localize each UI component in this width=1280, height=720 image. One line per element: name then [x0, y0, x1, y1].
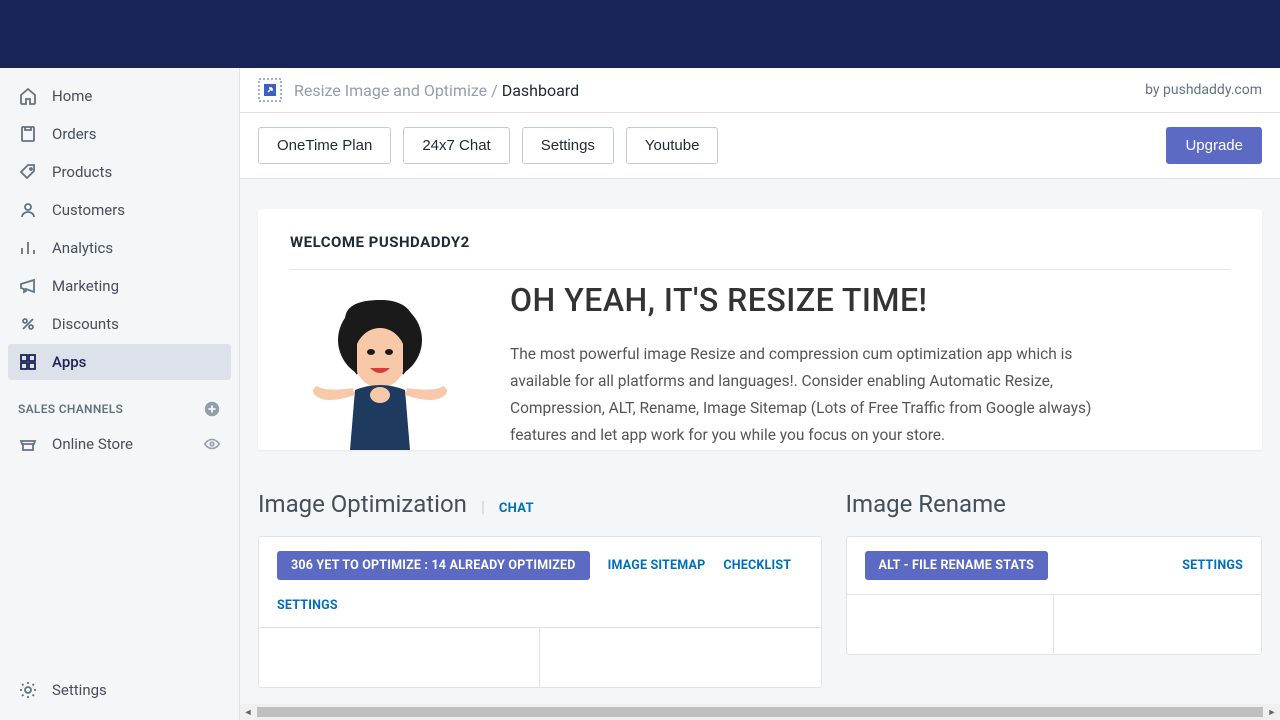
view-store-icon[interactable] [203, 435, 221, 453]
welcome-illustration [290, 280, 470, 450]
add-channel-icon[interactable] [203, 400, 221, 418]
sidebar-item-label: Products [52, 163, 112, 181]
home-icon [18, 86, 38, 106]
main: Resize Image and Optimize / Dashboard by… [240, 68, 1280, 720]
checklist-link[interactable]: CHECKLIST [723, 558, 791, 573]
sidebar-item-apps[interactable]: Apps [8, 344, 231, 380]
section-label: SALES CHANNELS [18, 402, 123, 416]
breadcrumb-app[interactable]: Resize Image and Optimize [294, 81, 487, 100]
customers-icon [18, 200, 38, 220]
products-icon [18, 162, 38, 182]
gear-icon [18, 680, 38, 700]
sidebar-item-label: Online Store [52, 435, 203, 453]
analytics-icon [18, 238, 38, 258]
sidebar-item-products[interactable]: Products [8, 154, 231, 190]
app-logo-icon [258, 78, 282, 102]
image-rename-panel: Image Rename ALT - FILE RENAME STATS SET… [846, 490, 1263, 688]
scroll-left-arrow-icon[interactable]: ◄ [240, 704, 256, 720]
toolbar: OneTime Plan 24x7 Chat Settings Youtube … [240, 113, 1280, 179]
scroll-right-arrow-icon[interactable]: ► [1264, 704, 1280, 720]
sidebar-item-discounts[interactable]: Discounts [8, 306, 231, 342]
upgrade-button[interactable]: Upgrade [1166, 127, 1262, 164]
panel-title: Image Rename [846, 490, 1006, 518]
sidebar-item-label: Orders [52, 125, 97, 143]
sidebar-item-settings[interactable]: Settings [8, 672, 231, 708]
sidebar-item-customers[interactable]: Customers [8, 192, 231, 228]
sidebar-item-label: Customers [52, 201, 125, 219]
optimize-status-badge[interactable]: 306 YET TO OPTIMIZE : 14 ALREADY OPTIMIZ… [277, 551, 590, 580]
optimization-card: 306 YET TO OPTIMIZE : 14 ALREADY OPTIMIZ… [258, 536, 822, 688]
byline: by pushdaddy.com [1145, 82, 1262, 98]
sidebar-section-header: SALES CHANNELS [8, 382, 231, 426]
panel-body [847, 594, 1262, 654]
welcome-title: OH YEAH, IT'S RESIZE TIME! [510, 281, 1120, 319]
orders-icon [18, 124, 38, 144]
rename-card: ALT - FILE RENAME STATS SETTINGS [846, 536, 1263, 655]
welcome-card: WELCOME PUSHDADDY2 [258, 209, 1262, 450]
breadcrumb-bar: Resize Image and Optimize / Dashboard by… [240, 68, 1280, 113]
discounts-icon [18, 314, 38, 334]
optimization-settings-link[interactable]: SETTINGS [277, 598, 338, 613]
horizontal-scrollbar[interactable]: ◄ ► [240, 704, 1280, 720]
sidebar-item-analytics[interactable]: Analytics [8, 230, 231, 266]
image-optimization-panel: Image Optimization | CHAT 306 YET TO OPT… [258, 490, 822, 688]
onetime-plan-button[interactable]: OneTime Plan [258, 127, 391, 164]
youtube-button[interactable]: Youtube [626, 127, 719, 164]
rename-settings-link[interactable]: SETTINGS [1182, 558, 1243, 573]
apps-icon [18, 352, 38, 372]
welcome-body-text: The most powerful image Resize and compr… [510, 341, 1120, 450]
breadcrumb: Resize Image and Optimize / Dashboard [294, 81, 579, 100]
panel-title: Image Optimization [258, 490, 467, 518]
store-icon [18, 434, 38, 454]
image-sitemap-link[interactable]: IMAGE SITEMAP [608, 558, 706, 573]
breadcrumb-current: Dashboard [502, 81, 579, 100]
sidebar-item-label: Marketing [52, 277, 119, 295]
welcome-header: WELCOME PUSHDADDY2 [290, 233, 1230, 270]
chat-button[interactable]: 24x7 Chat [403, 127, 509, 164]
top-bar [0, 0, 1280, 68]
sidebar-item-label: Settings [52, 681, 107, 699]
sidebar-item-label: Home [52, 87, 92, 105]
sidebar-item-label: Discounts [52, 315, 119, 333]
sidebar-item-online-store[interactable]: Online Store [8, 426, 231, 462]
sidebar-item-label: Apps [52, 353, 86, 371]
sidebar-item-orders[interactable]: Orders [8, 116, 231, 152]
sidebar-item-marketing[interactable]: Marketing [8, 268, 231, 304]
scroll-track[interactable] [257, 707, 1263, 717]
chat-link[interactable]: CHAT [499, 501, 534, 516]
sidebar: Home Orders Products Customers Analytics… [0, 68, 240, 720]
content[interactable]: WELCOME PUSHDADDY2 [240, 179, 1280, 720]
sidebar-item-home[interactable]: Home [8, 78, 231, 114]
settings-button[interactable]: Settings [522, 127, 614, 164]
divider: | [481, 497, 485, 516]
sidebar-item-label: Analytics [52, 239, 113, 257]
marketing-icon [18, 276, 38, 296]
alt-rename-stats-badge[interactable]: ALT - FILE RENAME STATS [865, 551, 1049, 580]
panel-body [259, 627, 821, 687]
